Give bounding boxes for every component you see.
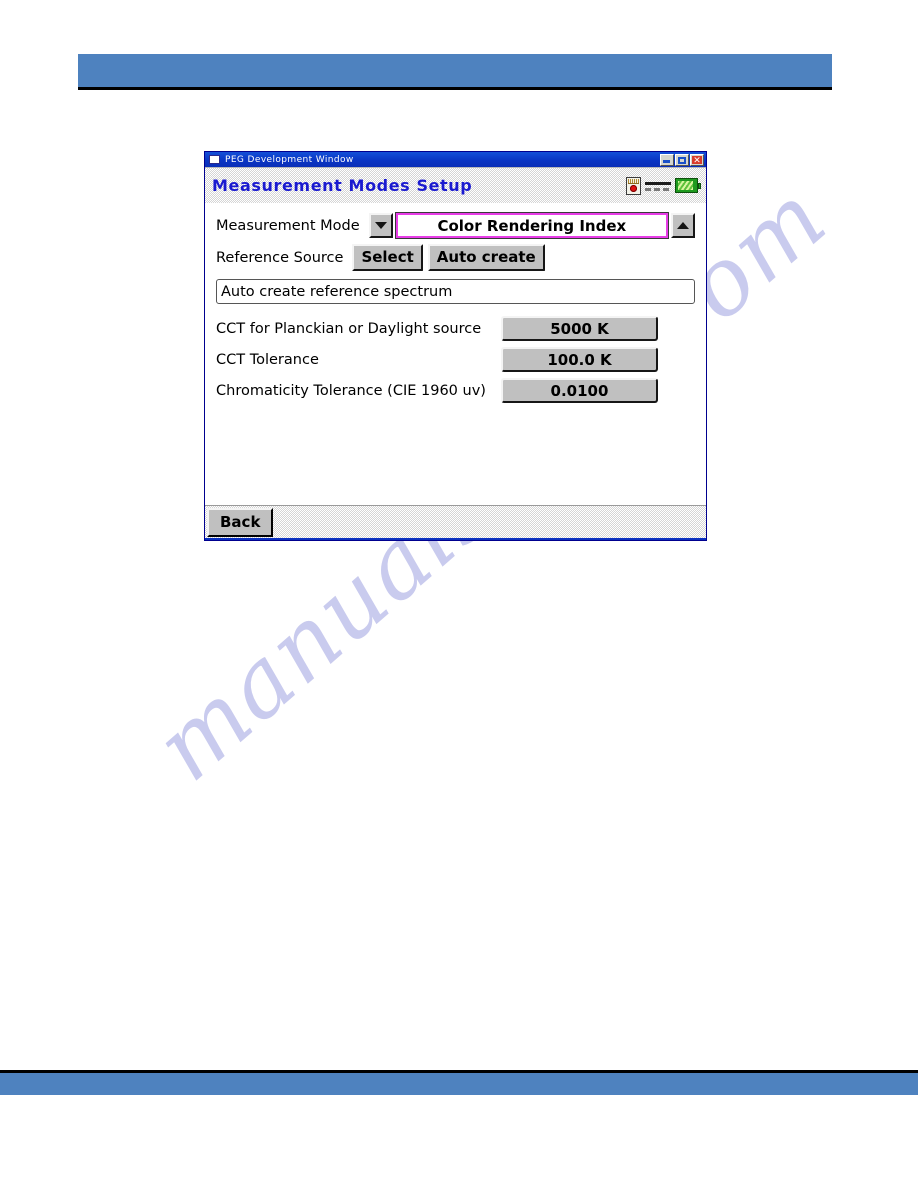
measurement-mode-prev-button[interactable] [368,213,393,238]
chevron-down-icon [374,222,387,229]
cct-tolerance-label: CCT Tolerance [216,351,319,368]
parameter-row-cct-tolerance: CCT Tolerance 100.0 K [216,347,695,372]
page-header-band [78,54,832,87]
parameter-row-cct: CCT for Planckian or Daylight source 500… [216,316,695,341]
page-header-rule [78,87,832,90]
screen-body: Measurement Mode Color Rendering Index R… [205,203,706,505]
connection-icon [645,178,671,194]
close-glyph: ✕ [692,155,702,166]
select-button[interactable]: Select [352,244,423,271]
measurement-mode-label: Measurement Mode [216,217,360,234]
window-title: PEG Development Window [225,154,354,165]
memory-card-icon [626,176,641,195]
chevron-up-icon [677,222,689,229]
minimize-icon[interactable] [660,153,674,166]
measurement-mode-row: Measurement Mode Color Rendering Index [216,213,695,238]
page-footer-band [0,1073,918,1095]
status-icon-group [626,176,701,195]
screen-footer: Back [205,505,706,538]
cct-tolerance-value-button[interactable]: 100.0 K [501,347,658,372]
reference-source-row: Reference Source Select Auto create [216,244,695,271]
reference-source-label: Reference Source [216,249,344,266]
chromaticity-tolerance-value-button[interactable]: 0.0100 [501,378,658,403]
parameter-row-chromaticity-tolerance: Chromaticity Tolerance (CIE 1960 uv) 0.0… [216,378,695,403]
cct-label: CCT for Planckian or Daylight source [216,320,482,337]
watermark: manualshive.com [135,163,847,1040]
measurement-mode-value-text: Color Rendering Index [437,216,627,235]
measurement-mode-next-button[interactable] [671,213,695,238]
page-title: Measurement Modes Setup [212,176,473,195]
close-icon[interactable]: ✕ [690,153,704,166]
maximize-icon[interactable] [675,153,689,166]
back-button[interactable]: Back [207,507,274,537]
chromaticity-tolerance-label: Chromaticity Tolerance (CIE 1960 uv) [216,382,486,399]
battery-icon [675,178,701,193]
screen-header: Measurement Modes Setup [205,167,706,203]
window-icon [209,155,220,164]
window-titlebar[interactable]: PEG Development Window ✕ [205,152,706,167]
cct-value-button[interactable]: 5000 K [501,316,658,341]
reference-spectrum-value: Auto create reference spectrum [221,283,453,300]
reference-spectrum-field[interactable]: Auto create reference spectrum [216,279,695,304]
auto-create-button[interactable]: Auto create [427,244,545,271]
measurement-mode-value[interactable]: Color Rendering Index [395,213,668,238]
device-window: PEG Development Window ✕ Measurement Mod… [204,151,707,541]
